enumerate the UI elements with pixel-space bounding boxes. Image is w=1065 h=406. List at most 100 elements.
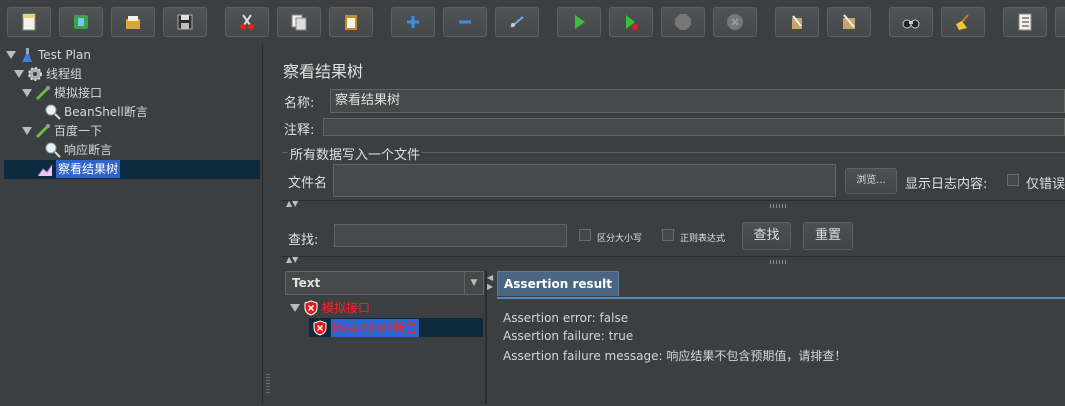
group-border [282,152,288,153]
tree-node-label: BeanShell断言 [64,105,148,119]
comment-label: 注释: [284,123,315,138]
case-sensitive-checkbox[interactable] [579,229,591,241]
errors-only-label: 仅错误 [1026,177,1065,192]
expanded-triangle-icon[interactable] [22,88,32,98]
find-button[interactable]: 查找 [742,222,791,250]
templates-button[interactable] [59,7,103,37]
result-splitter[interactable]: ◀ ▶ [486,271,495,404]
tree-node-test-plan[interactable]: Test Plan [6,46,91,64]
renderer-select[interactable]: Text ▼ [285,271,484,295]
tree-node-sampler-mock[interactable]: 模拟接口 [22,84,102,102]
errors-only-checkbox[interactable] [1007,174,1019,186]
cut-button[interactable] [225,7,269,37]
clear-button[interactable] [775,7,819,37]
case-sensitive-label: 区分大小写 [597,234,643,244]
tab-assertion-result[interactable]: Assertion result [497,271,620,296]
flask-icon [22,48,32,62]
error-shield-icon [313,320,327,336]
toolbar [0,0,1065,44]
result-item-label: 模拟接口 [322,301,371,315]
listener-panel: 察看结果树 名称: 察看结果树 注释: 所有数据写入一个文件 文件名 浏览...… [272,44,1065,406]
tree-node-label: 线程组 [46,67,83,81]
start-no-pause-button[interactable] [609,7,653,37]
log-content-label: 显示日志内容: [905,177,988,192]
regex-checkbox[interactable] [662,229,674,241]
tree-node-label: 响应断言 [64,143,113,157]
tree-node-label: Test Plan [38,48,91,62]
filename-label: 文件名 [288,176,328,191]
pipette-icon [35,86,50,101]
new-icon [22,13,36,31]
name-field[interactable]: 察看结果树 [330,89,1065,113]
error-shield-icon [304,300,318,316]
splitter-grip[interactable] [266,374,270,394]
new-button[interactable] [7,7,51,37]
browse-button[interactable]: 浏览... [845,168,897,194]
search-input[interactable] [334,224,567,247]
stop-button[interactable] [661,7,705,37]
start-icon [575,15,585,29]
collapse-arrows[interactable]: ◀ ▶ [487,273,493,291]
shutdown-button[interactable] [713,7,757,37]
gear-icon [28,67,42,81]
toggle-icon [510,16,524,28]
function-helper-button[interactable] [1003,7,1047,37]
function-helper-icon [1018,13,1032,31]
start-button[interactable] [557,7,601,37]
clear-icon [792,15,802,29]
toggle-button[interactable] [495,7,539,37]
clear-all-icon [843,14,855,29]
filename-field[interactable] [333,164,836,197]
expanded-triangle-icon[interactable] [290,303,300,313]
open-button[interactable] [111,7,155,37]
search-icon [902,19,920,29]
collapse-all-button[interactable] [443,7,487,37]
magnifier-icon [45,104,61,120]
result-item-label: BeanShell断言 [331,319,419,337]
tree-node-response-assertion[interactable]: 响应断言 [45,141,112,159]
name-label: 名称: [284,96,315,111]
result-list-panel: Text ▼ 模拟接口 BeanShell断言 [285,271,486,404]
collapse-arrows[interactable]: ▲▼ [286,255,298,264]
expanded-triangle-icon[interactable] [22,126,32,136]
copy-icon [291,14,307,31]
expanded-triangle-icon[interactable] [6,50,16,60]
save-button[interactable] [163,7,207,37]
paste-icon [345,15,357,30]
overflow-button[interactable] [1055,7,1065,37]
magnifier-icon [45,142,61,158]
cut-icon [240,14,254,30]
tree-node-thread-group[interactable]: 线程组 [14,65,82,83]
comment-field[interactable] [323,118,1065,136]
assertion-line: Assertion failure message: 响应结果不包含预期值，请排… [503,349,847,363]
page-title: 察看结果树 [283,62,364,81]
tree-node-view-results-tree[interactable]: 察看结果树 [37,160,121,178]
reset-search-button[interactable] [941,7,985,37]
group-border [422,152,1065,153]
collapsible-divider[interactable] [282,256,1065,265]
tree-node-sampler-baidu[interactable]: 百度一下 [22,122,102,140]
chevron-down-icon[interactable]: ▼ [464,272,483,294]
tree-node-label: 模拟接口 [54,86,103,100]
renderer-selected: Text [292,276,321,290]
clear-all-button[interactable] [827,7,871,37]
reset-button[interactable]: 重置 [803,222,853,250]
templates-icon [74,15,88,29]
tree-node-beanshell-assertion[interactable]: BeanShell断言 [45,103,148,121]
collapse-arrows[interactable]: ▲▼ [286,199,298,208]
paste-button[interactable] [329,7,373,37]
write-to-file-group-title: 所有数据写入一个文件 [290,148,421,163]
expand-all-icon [407,16,419,28]
divider-grip[interactable] [770,260,788,264]
copy-button[interactable] [277,7,321,37]
search-button[interactable] [889,7,933,37]
divider-grip[interactable] [770,204,788,208]
collapsible-divider[interactable] [282,200,1065,209]
chart-icon [37,164,53,177]
stop-icon [675,14,691,30]
result-item[interactable]: 模拟接口 [290,299,370,317]
expand-all-button[interactable] [391,7,435,37]
tree-node-label: 百度一下 [54,124,103,138]
result-item[interactable]: BeanShell断言 [312,319,419,337]
expanded-triangle-icon[interactable] [14,69,24,79]
